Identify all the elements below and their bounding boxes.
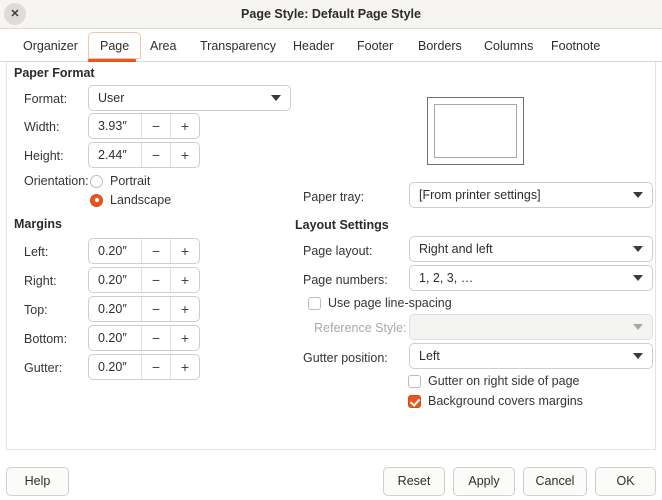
checkbox-icon-background-covers-margins [408, 394, 421, 408]
width-increment-button[interactable]: + [170, 114, 199, 138]
margin-bottom-spinner[interactable]: 0.20″ − + [88, 325, 200, 351]
margins-group-title: Margins [14, 217, 62, 231]
paper-tray-combobox[interactable]: [From printer settings] [409, 182, 653, 208]
background-covers-margins-label: Background covers margins [428, 394, 583, 408]
tab-organizer[interactable]: Organizer [11, 32, 90, 59]
chevron-down-icon [271, 95, 281, 101]
format-value: User [98, 91, 125, 105]
margin-right-increment-button[interactable]: + [170, 268, 199, 292]
margin-top-spinner[interactable]: 0.20″ − + [88, 296, 200, 322]
width-label: Width: [24, 120, 60, 134]
ok-button[interactable]: OK [595, 467, 656, 496]
margin-top-label: Top: [24, 303, 48, 317]
page-layout-combobox[interactable]: Right and left [409, 236, 653, 262]
gutter-position-label: Gutter position: [303, 351, 388, 365]
radio-icon-landscape [90, 193, 103, 207]
margin-right-value[interactable]: 0.20″ [89, 268, 141, 292]
reset-button[interactable]: Reset [383, 467, 445, 496]
portrait-label: Portrait [110, 174, 151, 188]
reference-style-value [419, 315, 624, 339]
page-preview-margin-area [434, 104, 517, 158]
orientation-landscape-radio[interactable]: Landscape [90, 191, 171, 209]
paper-format-group-title: Paper Format [14, 66, 95, 80]
width-decrement-button[interactable]: − [141, 114, 170, 138]
margin-right-decrement-button[interactable]: − [141, 268, 170, 292]
paper-tray-value: [From printer settings] [419, 188, 541, 202]
margin-top-decrement-button[interactable]: − [141, 297, 170, 321]
margin-gutter-decrement-button[interactable]: − [141, 355, 170, 379]
orientation-portrait-radio[interactable]: Portrait [90, 172, 150, 190]
gutter-on-right-label: Gutter on right side of page [428, 374, 580, 388]
checkbox-icon-gutter-on-right [408, 374, 421, 388]
margin-top-value[interactable]: 0.20″ [89, 297, 141, 321]
tab-columns[interactable]: Columns [472, 32, 545, 59]
height-increment-button[interactable]: + [170, 143, 199, 167]
reference-style-label: Reference Style: [314, 321, 407, 335]
use-page-line-spacing-checkbox[interactable]: Use page line-spacing [308, 294, 452, 312]
gutter-on-right-checkbox[interactable]: Gutter on right side of page [408, 372, 579, 390]
margin-left-value[interactable]: 0.20″ [89, 239, 141, 263]
height-value[interactable]: 2.44″ [89, 143, 141, 167]
help-button[interactable]: Help [6, 467, 69, 496]
margin-right-spinner[interactable]: 0.20″ − + [88, 267, 200, 293]
landscape-label: Landscape [110, 193, 172, 207]
margin-left-spinner[interactable]: 0.20″ − + [88, 238, 200, 264]
window-title: Page Style: Default Page Style [241, 7, 421, 21]
margin-left-increment-button[interactable]: + [170, 239, 199, 263]
tab-borders[interactable]: Borders [406, 32, 474, 59]
format-combobox[interactable]: User [88, 85, 291, 111]
margin-gutter-increment-button[interactable]: + [170, 355, 199, 379]
page-numbers-combobox[interactable]: 1, 2, 3, … [409, 265, 653, 291]
margin-right-label: Right: [24, 274, 57, 288]
margin-gutter-spinner[interactable]: 0.20″ − + [88, 354, 200, 380]
checkbox-icon-use-page-line-spacing [308, 296, 321, 310]
gutter-position-combobox[interactable]: Left [409, 343, 653, 369]
margin-left-label: Left: [24, 245, 49, 259]
use-page-line-spacing-label: Use page line-spacing [328, 296, 452, 310]
margin-bottom-decrement-button[interactable]: − [141, 326, 170, 350]
margin-top-increment-button[interactable]: + [170, 297, 199, 321]
cancel-button[interactable]: Cancel [523, 467, 587, 496]
margin-bottom-increment-button[interactable]: + [170, 326, 199, 350]
page-layout-label: Page layout: [303, 244, 373, 258]
margin-gutter-label: Gutter: [24, 361, 63, 375]
tab-bar: Organizer Page Area Transparency Header … [0, 29, 662, 62]
tab-header[interactable]: Header [281, 32, 346, 59]
margin-bottom-value[interactable]: 0.20″ [89, 326, 141, 350]
reference-style-combobox [409, 314, 653, 340]
page-layout-value: Right and left [419, 242, 493, 256]
chevron-down-icon [633, 324, 643, 330]
format-label: Format: [24, 92, 68, 106]
orientation-label: Orientation: [24, 174, 89, 188]
width-value[interactable]: 3.93″ [89, 114, 141, 138]
height-spinner[interactable]: 2.44″ − + [88, 142, 200, 168]
tab-area[interactable]: Area [138, 32, 188, 59]
height-decrement-button[interactable]: − [141, 143, 170, 167]
height-label: Height: [24, 149, 64, 163]
margin-gutter-value[interactable]: 0.20″ [89, 355, 141, 379]
tab-transparency[interactable]: Transparency [188, 32, 288, 59]
width-spinner[interactable]: 3.93″ − + [88, 113, 200, 139]
page-numbers-label: Page numbers: [303, 273, 388, 287]
margin-left-decrement-button[interactable]: − [141, 239, 170, 263]
chevron-down-icon [633, 275, 643, 281]
page-preview [427, 97, 524, 165]
tab-footer[interactable]: Footer [345, 32, 405, 59]
chevron-down-icon [633, 192, 643, 198]
paper-tray-label: Paper tray: [303, 190, 365, 204]
title-bar: ✕ Page Style: Default Page Style [0, 0, 662, 29]
layout-settings-group-title: Layout Settings [295, 218, 389, 232]
radio-icon-portrait [90, 174, 103, 188]
gutter-position-value: Left [419, 349, 440, 363]
tab-page[interactable]: Page [88, 32, 142, 59]
chevron-down-icon [633, 246, 643, 252]
chevron-down-icon [633, 353, 643, 359]
apply-button[interactable]: Apply [453, 467, 515, 496]
page-numbers-value: 1, 2, 3, … [419, 271, 474, 285]
background-covers-margins-checkbox[interactable]: Background covers margins [408, 392, 583, 410]
tab-footnote[interactable]: Footnote [539, 32, 612, 59]
margin-bottom-label: Bottom: [24, 332, 68, 346]
